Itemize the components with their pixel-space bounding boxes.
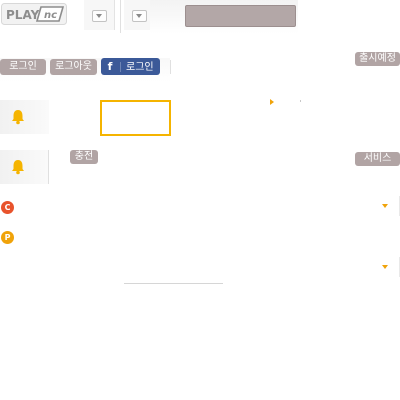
point-icon: P xyxy=(1,231,14,244)
bell-icon xyxy=(12,110,24,125)
chevron-right-icon[interactable] xyxy=(270,99,274,105)
facebook-icon: f xyxy=(107,60,113,73)
header-divider xyxy=(120,0,121,33)
plaync-logo[interactable]: PLAY nc xyxy=(1,3,67,25)
facebook-login-button[interactable]: f 로그인 xyxy=(101,58,160,75)
focus-outline-box[interactable] xyxy=(100,100,171,136)
notification-tile-1[interactable] xyxy=(0,100,49,134)
ncoin-icon: C xyxy=(1,201,14,214)
tile-divider xyxy=(48,150,49,184)
top-search-bar[interactable] xyxy=(185,5,296,27)
bell-icon xyxy=(12,160,24,175)
service-button[interactable]: 서비스 xyxy=(355,152,400,166)
chevron-down-icon[interactable] xyxy=(92,10,107,22)
charge-button[interactable]: 충전 xyxy=(70,150,98,164)
section-divider xyxy=(124,283,223,284)
login-button[interactable]: 로그인 xyxy=(0,59,46,75)
chevron-down-icon[interactable] xyxy=(132,10,147,22)
login-divider xyxy=(170,60,171,74)
chevron-down-icon[interactable] xyxy=(382,204,388,208)
facebook-login-label: 로그인 xyxy=(126,62,154,73)
facebook-divider xyxy=(120,62,121,72)
notification-tile-2[interactable] xyxy=(0,150,48,184)
chevron-down-icon[interactable] xyxy=(382,265,388,269)
logout-button[interactable]: 로그아웃 xyxy=(50,59,97,75)
separator-dot xyxy=(300,100,301,102)
menu-dropdown-1[interactable] xyxy=(84,0,115,30)
upcoming-badge: 출시예정 xyxy=(355,52,400,66)
logo-text-nc: nc xyxy=(44,10,57,21)
logo-text-play: PLAY xyxy=(6,8,40,22)
